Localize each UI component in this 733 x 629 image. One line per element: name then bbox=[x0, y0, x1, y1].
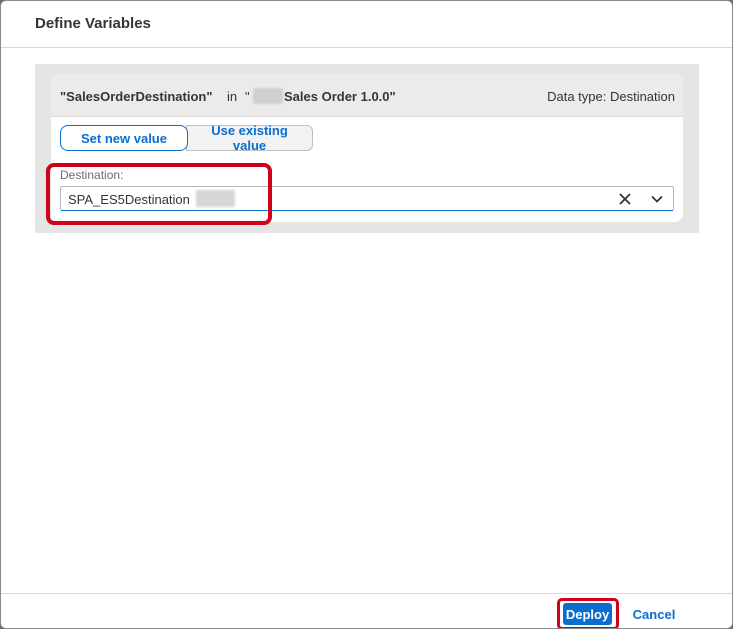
variable-card: "SalesOrderDestination" in " Sales Order… bbox=[51, 74, 683, 222]
variable-name: "SalesOrderDestination" bbox=[60, 89, 213, 104]
in-label: in bbox=[227, 89, 238, 104]
data-type-label: Data type: Destination bbox=[547, 89, 675, 104]
deploy-button[interactable]: Deploy bbox=[563, 603, 612, 625]
use-existing-value-button[interactable]: Use existing value bbox=[186, 123, 313, 153]
destination-label: Destination: bbox=[60, 168, 124, 182]
value-mode-segmented-button: Set new value Use existing value bbox=[60, 123, 313, 153]
destination-combobox[interactable]: SPA_ES5Destination bbox=[60, 186, 674, 211]
open-quote: " bbox=[245, 89, 250, 104]
dialog-footer bbox=[1, 593, 732, 628]
dialog-header: Define Variables bbox=[1, 1, 732, 48]
dialog-title: Define Variables bbox=[35, 15, 151, 32]
close-icon[interactable] bbox=[617, 191, 633, 207]
chevron-down-icon[interactable] bbox=[649, 191, 665, 207]
artifact-name: Sales Order 1.0.0" bbox=[284, 89, 396, 104]
cancel-button[interactable]: Cancel bbox=[627, 603, 681, 625]
variables-panel: "SalesOrderDestination" in " Sales Order… bbox=[35, 64, 699, 233]
define-variables-dialog: Define Variables "SalesOrderDestination"… bbox=[0, 0, 733, 629]
redacted-text bbox=[196, 190, 235, 207]
destination-value: SPA_ES5Destination bbox=[68, 192, 190, 207]
variable-card-header: "SalesOrderDestination" in " Sales Order… bbox=[51, 74, 683, 117]
set-new-value-button[interactable]: Set new value bbox=[60, 125, 188, 151]
redacted-text bbox=[253, 88, 283, 104]
